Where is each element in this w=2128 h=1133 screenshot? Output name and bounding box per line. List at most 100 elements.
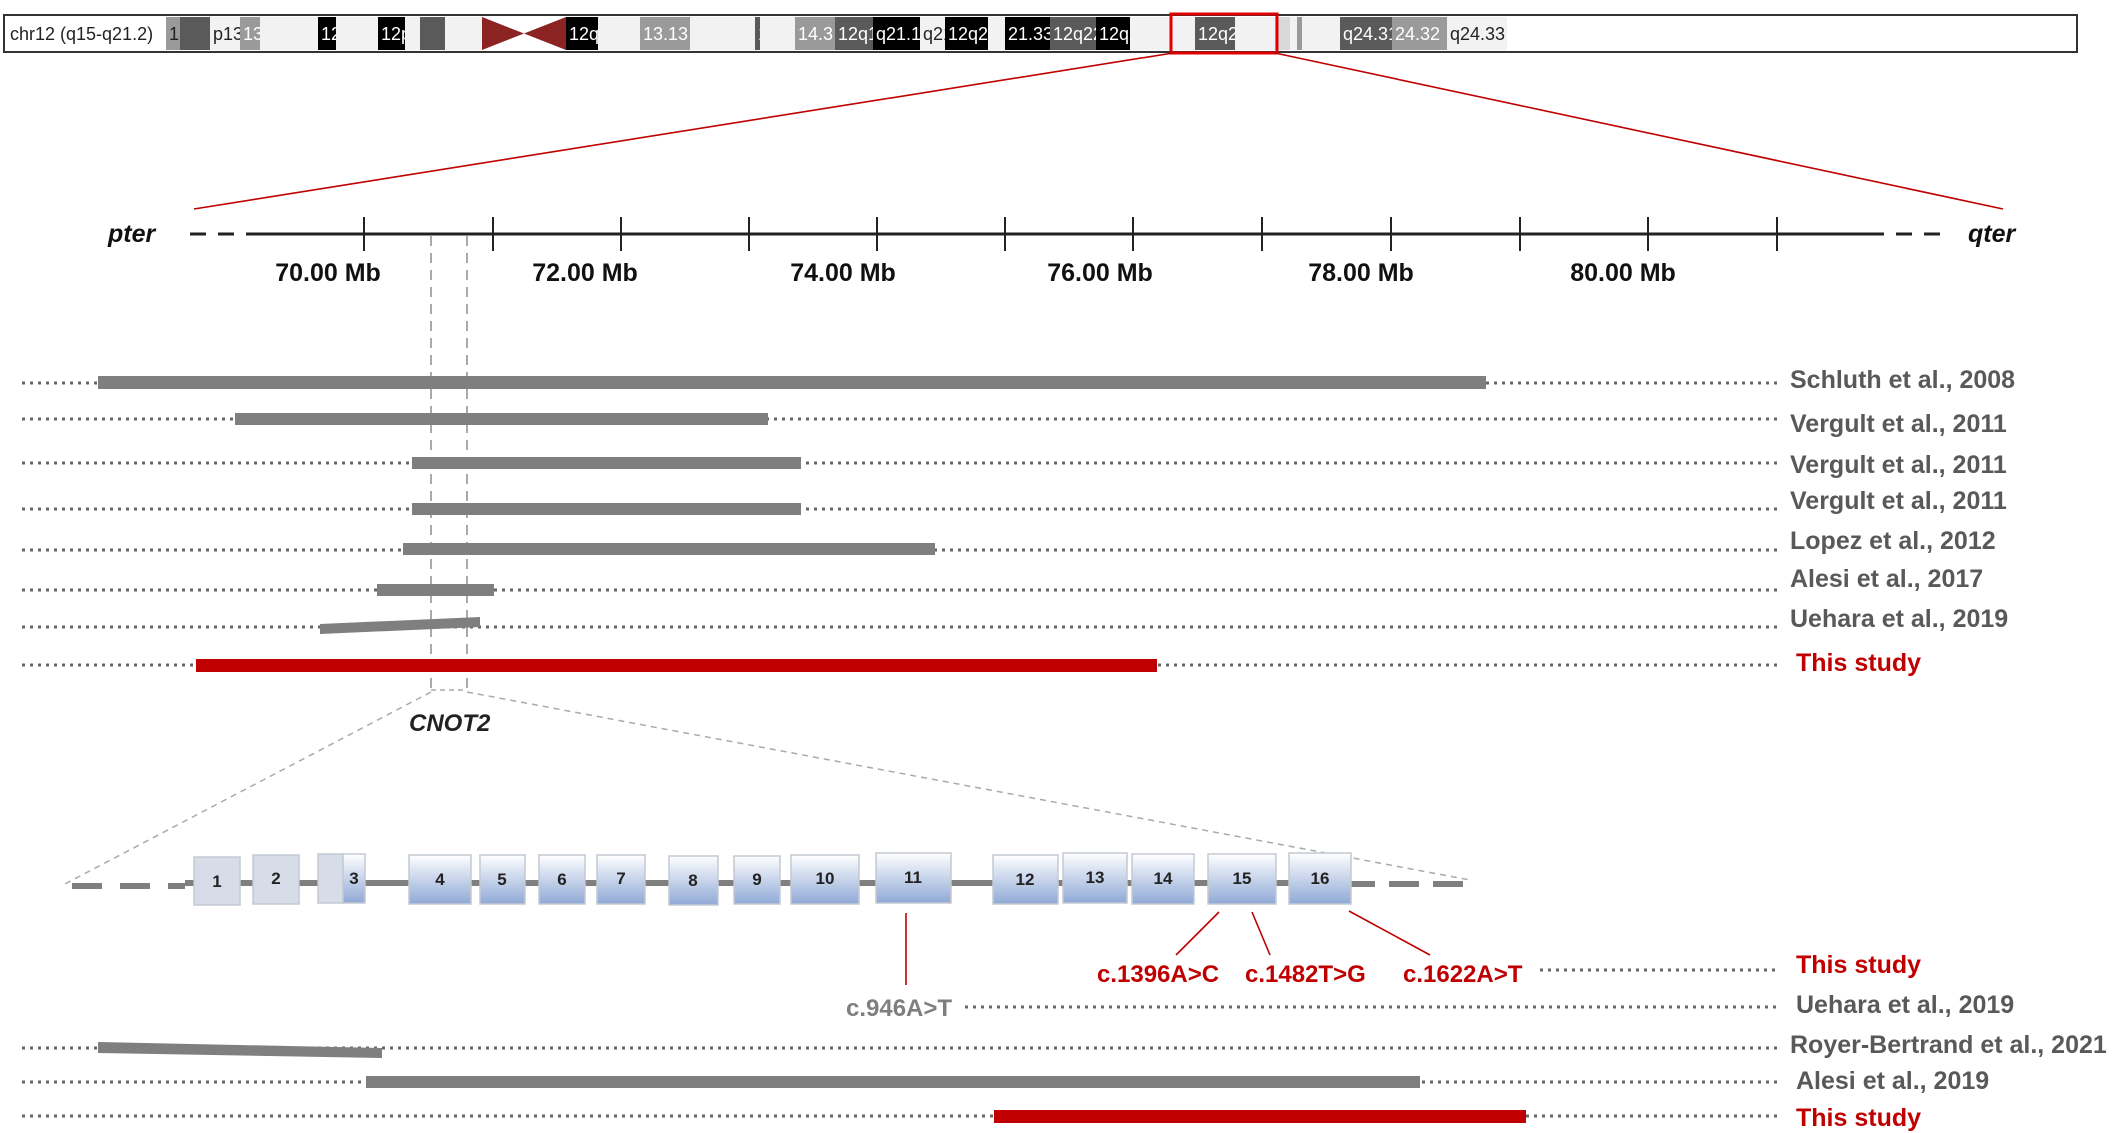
- exon-number: 11: [904, 868, 922, 887]
- variant-label: c.1622A>T: [1403, 961, 1523, 988]
- exon-number: 12: [1016, 870, 1035, 889]
- figure-canvas: chr12 (q15-q21.2) 13.33p13.3113.212p12.3…: [3, 12, 2107, 1132]
- deletion-row: Uehara et al., 2019: [22, 605, 2008, 634]
- variant-pointer: [1175, 911, 1220, 956]
- study-label: Vergult et al., 2011: [1790, 487, 2007, 515]
- exon-number: 1: [212, 872, 221, 891]
- exon-number: 9: [752, 870, 761, 889]
- deletion-bar-this-study: [994, 1110, 1526, 1123]
- pter-label: pter: [107, 220, 157, 248]
- exon-16: 16: [1288, 852, 1352, 905]
- deletion-bar: [235, 413, 768, 425]
- band-label: 14.3: [798, 24, 833, 44]
- band-label: q24.33: [1450, 24, 1505, 44]
- exon-4: 4: [408, 854, 472, 905]
- ideogram-band: [445, 17, 482, 50]
- variant-label: c.946A>T: [846, 995, 952, 1022]
- gene-structure: 1 2 3 4 5 6 7 8 9 10 11 12 13 14 15 16: [72, 852, 1465, 906]
- deletion-bar: [320, 617, 480, 634]
- deletion-bar-this-study: [196, 659, 1157, 672]
- study-label: This study: [1796, 951, 1921, 979]
- exon-6: 6: [538, 854, 586, 905]
- deletion-bar: [403, 543, 935, 555]
- ideogram-band: [598, 17, 640, 50]
- exon-number: 2: [271, 869, 280, 888]
- exon-8: 8: [668, 855, 719, 906]
- gene-zoom-left: [60, 691, 432, 887]
- deletion-bar: [98, 1042, 382, 1058]
- study-label: Vergult et al., 2011: [1790, 451, 2007, 479]
- variant-pointer: [1348, 910, 1431, 956]
- deletion-bar: [412, 457, 801, 469]
- variant-label: c.1482T>G: [1245, 961, 1366, 988]
- tick-label: 76.00 Mb: [1047, 259, 1153, 287]
- exon-3: 3: [317, 853, 366, 904]
- exon-11: 11: [875, 852, 952, 904]
- zoom-line-right: [1274, 52, 2004, 210]
- exon-13: 13: [1062, 852, 1128, 904]
- gene-label-cnot2: CNOT2: [409, 710, 491, 737]
- exon-10: 10: [790, 854, 860, 905]
- exon-14: 14: [1131, 853, 1195, 905]
- tick-label: 72.00 Mb: [532, 259, 638, 287]
- band-label: 24.32: [1395, 24, 1440, 44]
- ideogram-band: [336, 17, 378, 50]
- exon-number: 15: [1233, 869, 1252, 888]
- exon-number: 14: [1154, 869, 1173, 888]
- gene-zoom-right: [466, 691, 1471, 881]
- deletion-row: Vergult et al., 2011: [22, 451, 2007, 479]
- deletion-row: Vergult et al., 2011: [22, 410, 2007, 438]
- exon-9: 9: [733, 855, 781, 905]
- ideogram-band: [180, 17, 210, 50]
- deletion-row: This study: [22, 649, 1921, 677]
- tick-label: 80.00 Mb: [1570, 259, 1676, 287]
- axis-tick-labels: 70.00 Mb 72.00 Mb 74.00 Mb 76.00 Mb 78.0…: [275, 259, 1676, 287]
- exon-number: 8: [688, 871, 697, 890]
- study-label: This study: [1796, 649, 1921, 677]
- deletion-row: Vergult et al., 2011: [22, 487, 2007, 515]
- study-label: Uehara et al., 2019: [1790, 605, 2008, 633]
- study-label: Schluth et al., 2008: [1790, 366, 2015, 394]
- deletion-bar: [377, 584, 494, 596]
- ideogram-band: [690, 17, 755, 50]
- ideogram-band: [1297, 17, 1302, 50]
- tick-label: 70.00 Mb: [275, 259, 381, 287]
- exon-number: 7: [616, 869, 625, 888]
- exon-15: 15: [1207, 853, 1277, 905]
- ideogram-band: [1302, 17, 1340, 50]
- ideogram-band: [1235, 17, 1275, 50]
- qter-label: qter: [1968, 220, 2017, 248]
- band-label: 21.33: [1008, 24, 1053, 44]
- band-label: q21.1: [876, 24, 921, 44]
- study-label: Vergult et al., 2011: [1790, 410, 2007, 438]
- ideogram-band: [1290, 17, 1297, 50]
- variants: c.1396A>C c.1482T>G c.1622A>T c.946A>T T…: [846, 910, 2014, 1022]
- exon-1: 1: [193, 856, 241, 906]
- zoom-line-left: [193, 52, 1174, 210]
- deletion-row: Alesi et al., 2019: [22, 1067, 1989, 1095]
- ideogram-band: [988, 17, 1005, 50]
- chromosome-ideogram: chr12 (q15-q21.2) 13.33p13.3113.212p12.3…: [3, 12, 2078, 55]
- band-label: 12q22: [1053, 24, 1103, 44]
- exon-number: 10: [816, 869, 835, 888]
- exon-5: 5: [479, 854, 526, 905]
- exon-number: 6: [557, 870, 566, 889]
- ideogram-band: [1130, 17, 1195, 50]
- gene-deletion-rows: Royer-Bertrand et al., 2021 Alesi et al.…: [22, 1031, 2107, 1132]
- exon-number: 3: [349, 869, 358, 888]
- deletion-row: Alesi et al., 2017: [22, 565, 1983, 596]
- study-label: This study: [1796, 1104, 1921, 1132]
- deletion-bar: [98, 376, 1486, 389]
- ideogram-bands: 13.33p13.3113.212p12.312p12.112q1213.131…: [166, 17, 1507, 50]
- exon-7: 7: [596, 854, 646, 905]
- tick-label: 74.00 Mb: [790, 259, 896, 287]
- exon-number: 5: [497, 870, 506, 889]
- study-label: Lopez et al., 2012: [1790, 527, 1996, 555]
- chromosome-label: chr12 (q15-q21.2): [10, 24, 153, 44]
- exon-2: 2: [252, 854, 300, 905]
- exon-number: 4: [435, 870, 445, 889]
- region-axis: pter qter 70.00 Mb 72.00 Mb 74.00 Mb 76.…: [107, 217, 2017, 287]
- deletion-bar: [412, 503, 801, 515]
- study-label: Alesi et al., 2019: [1796, 1067, 1989, 1095]
- ideogram-band: [260, 17, 318, 50]
